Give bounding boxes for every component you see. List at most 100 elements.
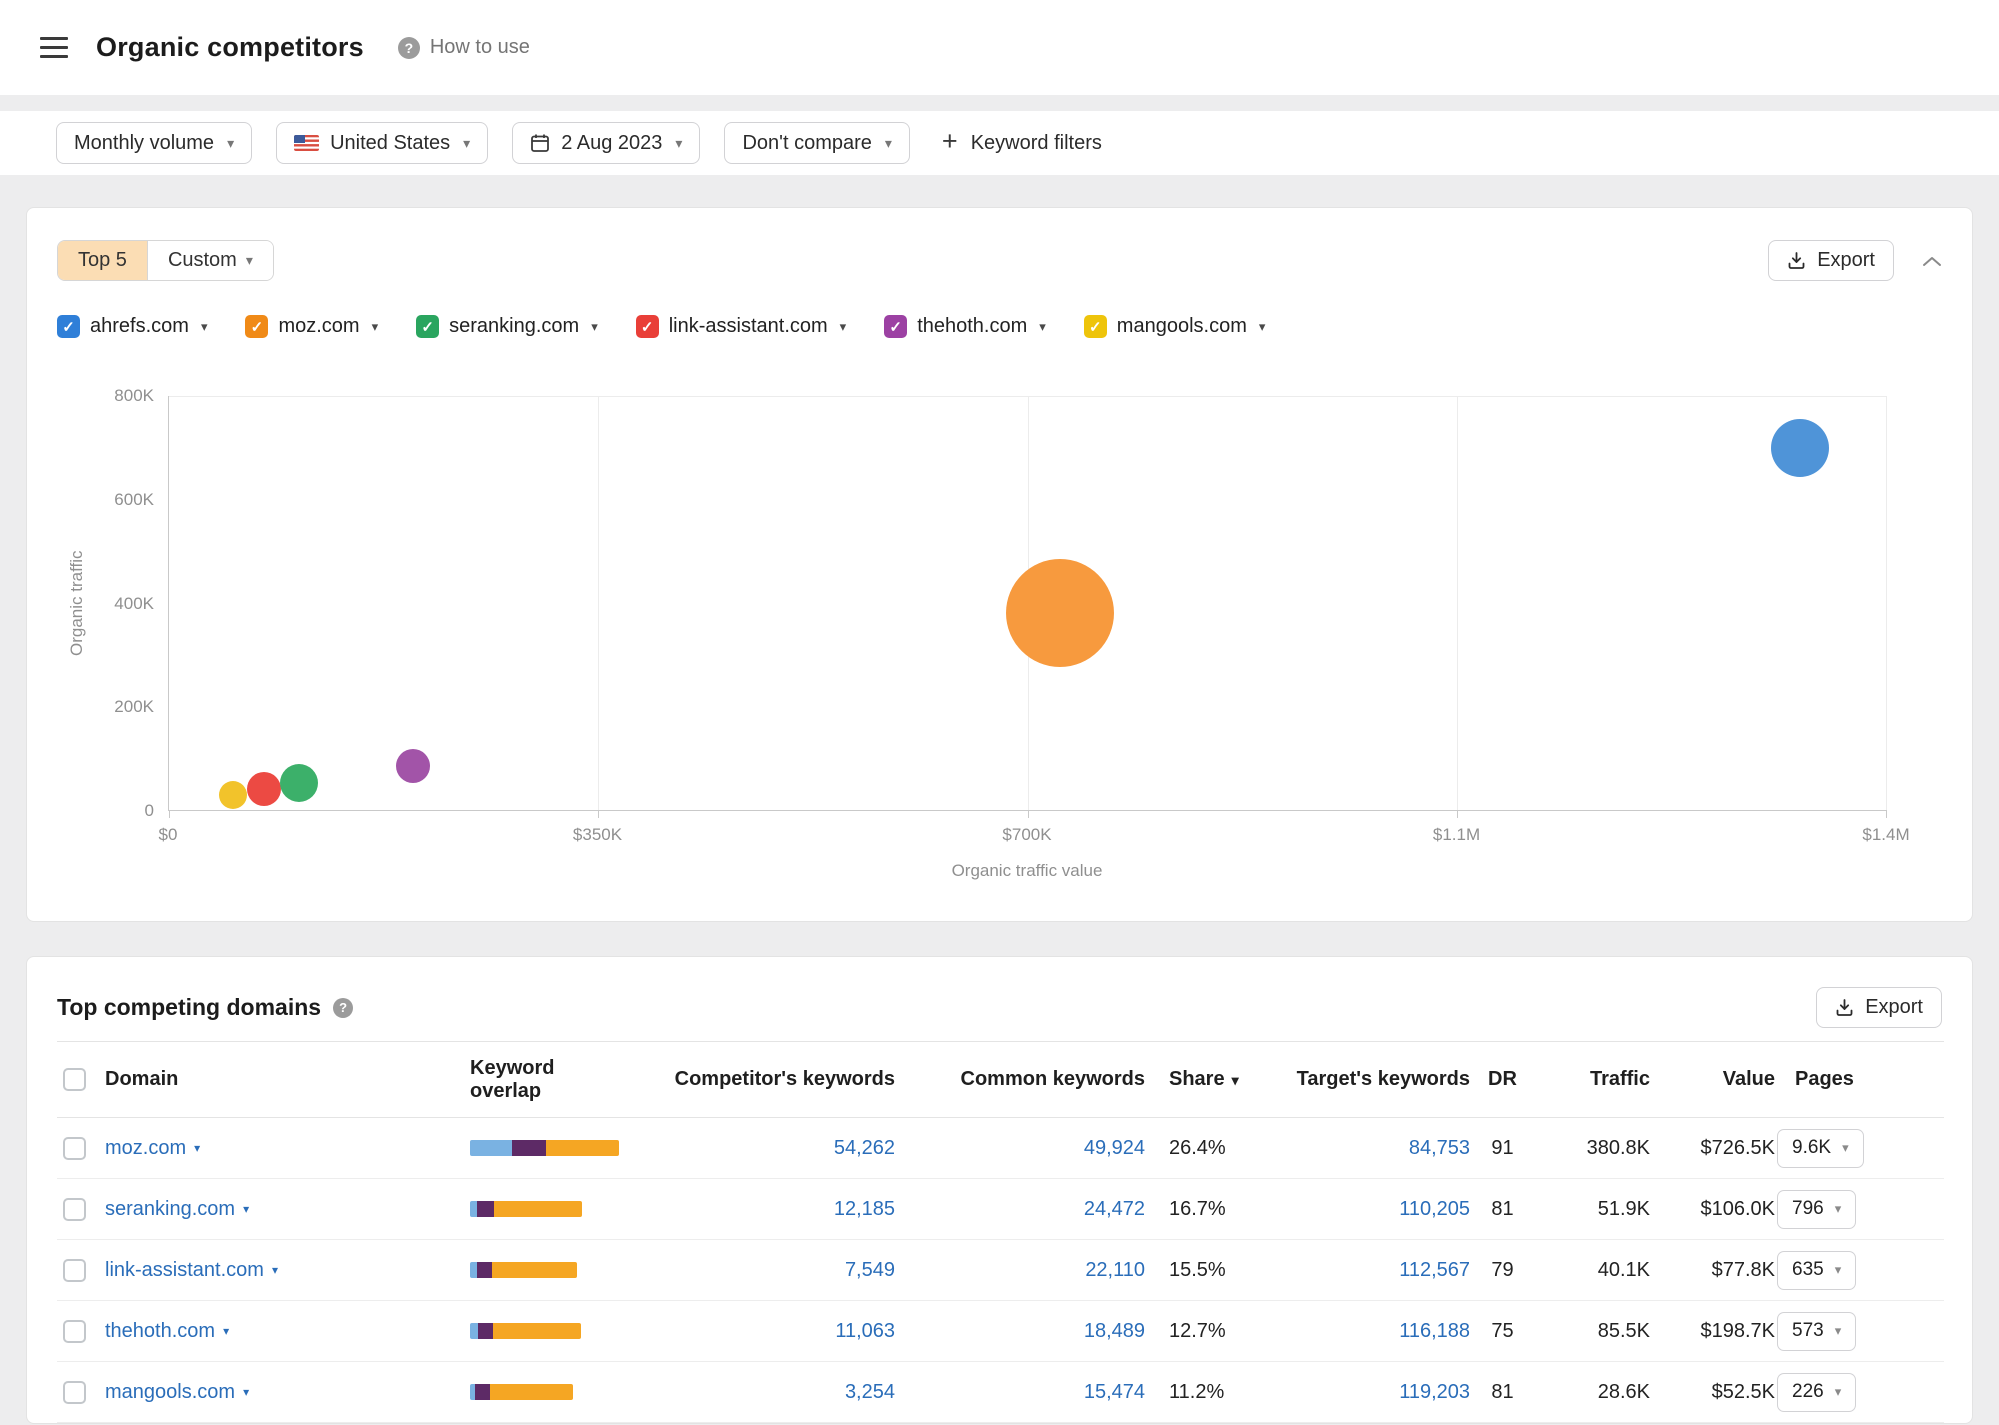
bubble-seranking.com[interactable]: [280, 764, 318, 803]
legend-label: ahrefs.com: [90, 315, 189, 337]
row-checkbox[interactable]: [63, 1136, 86, 1160]
col-share[interactable]: Share ▾: [1145, 1041, 1250, 1118]
competitors-keywords-link[interactable]: 11,063: [835, 1320, 895, 1342]
country-dropdown[interactable]: United States ▾: [276, 122, 489, 164]
traffic-value: 380.8K: [1535, 1117, 1650, 1179]
legend-item-mangools.com[interactable]: ✓ mangools.com ▾: [1083, 315, 1266, 338]
y-tick-label: 0: [144, 801, 154, 820]
chevron-down-icon: ▾: [1834, 1384, 1842, 1399]
date-dropdown[interactable]: 2 Aug 2023 ▾: [512, 122, 701, 164]
competitors-keywords-link[interactable]: 54,262: [834, 1137, 895, 1159]
col-competitors-keywords[interactable]: Competitor's keywords: [610, 1041, 895, 1118]
y-axis-ticks: 0 200K 400K 600K 800K: [97, 386, 168, 820]
bubble-ahrefs.com[interactable]: [1771, 418, 1830, 477]
chevron-down-icon: ▾: [884, 134, 892, 151]
tab-custom[interactable]: Custom ▾: [146, 241, 273, 280]
competitors-keywords-link[interactable]: 12,185: [834, 1198, 895, 1220]
compare-dropdown[interactable]: Don't compare ▾: [724, 122, 910, 164]
calendar-icon: [531, 134, 550, 152]
domain-link[interactable]: thehoth.com ▾: [105, 1320, 229, 1343]
col-targets-keywords[interactable]: Target's keywords: [1250, 1041, 1470, 1118]
domain-link[interactable]: mangools.com ▾: [105, 1381, 249, 1404]
checkbox-checked-icon[interactable]: ✓: [635, 315, 659, 338]
domain-link[interactable]: link-assistant.com ▾: [105, 1259, 278, 1282]
checkbox-checked-icon[interactable]: ✓: [416, 315, 440, 338]
common-keywords-link[interactable]: 49,924: [1084, 1137, 1145, 1159]
dr-value: 75: [1470, 1300, 1535, 1362]
dr-value: 79: [1470, 1239, 1535, 1301]
pages-dropdown[interactable]: 226 ▾: [1777, 1372, 1857, 1412]
common-keywords-link[interactable]: 22,110: [1085, 1259, 1145, 1281]
chevron-down-icon: ▾: [1258, 318, 1266, 334]
col-dr[interactable]: DR: [1470, 1041, 1535, 1118]
how-to-use-link[interactable]: ? How to use: [397, 36, 530, 59]
overlap-segment: [512, 1140, 546, 1156]
pages-dropdown[interactable]: 635 ▾: [1777, 1250, 1857, 1290]
chevron-down-icon: ▾: [463, 134, 471, 151]
targets-keywords-link[interactable]: 84,753: [1409, 1137, 1470, 1159]
pages-dropdown[interactable]: 796 ▾: [1777, 1189, 1857, 1229]
chevron-down-icon: ▾: [1834, 1262, 1842, 1277]
chevron-down-icon: ▾: [675, 134, 683, 151]
row-checkbox[interactable]: [63, 1319, 86, 1343]
pages-dropdown[interactable]: 573 ▾: [1777, 1311, 1857, 1351]
common-keywords-link[interactable]: 15,474: [1084, 1381, 1145, 1403]
legend-item-moz.com[interactable]: ✓ moz.com ▾: [245, 315, 378, 338]
table-row: mangools.com ▾ 3,254 15,474 11.2% 119,203 81 28…: [57, 1361, 1944, 1423]
competitors-keywords-link[interactable]: 7,549: [845, 1259, 895, 1281]
col-keyword-overlap[interactable]: Keyword overlap: [425, 1041, 610, 1118]
y-axis-label: Organic traffic: [67, 550, 86, 657]
col-traffic[interactable]: Traffic: [1535, 1041, 1650, 1118]
date-label: 2 Aug 2023: [561, 131, 663, 154]
targets-keywords-link[interactable]: 116,188: [1399, 1320, 1470, 1342]
targets-keywords-link[interactable]: 110,205: [1399, 1198, 1470, 1220]
keyword-filters-button[interactable]: + Keyword filters: [933, 122, 1110, 164]
legend-item-ahrefs.com[interactable]: ✓ ahrefs.com ▾: [57, 315, 207, 338]
bubble-thehoth.com[interactable]: [395, 748, 430, 783]
chevron-down-icon: ▾: [1834, 1323, 1842, 1338]
bubble-link-assistant.com[interactable]: [247, 772, 282, 807]
row-checkbox[interactable]: [63, 1380, 86, 1404]
menu-icon[interactable]: [40, 37, 68, 58]
chart-export-button[interactable]: Export: [1768, 240, 1894, 281]
targets-keywords-link[interactable]: 119,203: [1399, 1381, 1470, 1403]
bubble-moz.com[interactable]: [1006, 558, 1114, 667]
checkbox-checked-icon[interactable]: ✓: [57, 315, 80, 338]
domain-link[interactable]: seranking.com ▾: [105, 1198, 249, 1221]
axis-tick-mark: [598, 810, 600, 818]
col-pages[interactable]: Pages: [1775, 1041, 1944, 1118]
value-value: $106.0K: [1650, 1178, 1775, 1240]
value-value: $52.5K: [1650, 1361, 1775, 1423]
overlap-segment: [470, 1262, 477, 1278]
chevron-down-icon: ▾: [1834, 1201, 1842, 1216]
chevron-down-icon: ▾: [271, 1263, 278, 1277]
select-all-checkbox[interactable]: [63, 1068, 86, 1092]
checkbox-checked-icon[interactable]: ✓: [884, 315, 908, 338]
col-domain[interactable]: Domain: [105, 1041, 425, 1118]
legend-item-link-assistant.com[interactable]: ✓ link-assistant.com ▾: [635, 315, 846, 338]
pages-dropdown[interactable]: 9.6K ▾: [1777, 1128, 1864, 1168]
targets-keywords-link[interactable]: 112,567: [1399, 1259, 1470, 1281]
collapse-chevron-icon[interactable]: [1922, 255, 1942, 267]
gridline: [598, 396, 600, 810]
help-icon[interactable]: ?: [333, 997, 354, 1018]
bubble-mangools.com[interactable]: [219, 781, 248, 810]
checkbox-checked-icon[interactable]: ✓: [1083, 315, 1107, 338]
table-export-button[interactable]: Export: [1816, 987, 1942, 1028]
row-checkbox[interactable]: [63, 1258, 86, 1282]
common-keywords-link[interactable]: 24,472: [1084, 1198, 1145, 1220]
chart-plot-area: [168, 396, 1887, 818]
domain-link[interactable]: moz.com ▾: [105, 1137, 200, 1160]
checkbox-checked-icon[interactable]: ✓: [245, 315, 269, 338]
col-value[interactable]: Value: [1650, 1041, 1775, 1118]
competitors-keywords-link[interactable]: 3,254: [845, 1381, 895, 1403]
common-keywords-link[interactable]: 18,489: [1084, 1320, 1145, 1342]
legend-item-thehoth.com[interactable]: ✓ thehoth.com ▾: [884, 315, 1046, 338]
volume-mode-dropdown[interactable]: Monthly volume ▾: [56, 122, 253, 164]
col-common-keywords[interactable]: Common keywords: [895, 1041, 1145, 1118]
tab-top5[interactable]: Top 5: [58, 241, 147, 280]
x-axis-ticks: $0 $350K $700K $1.1M $1.4M: [159, 825, 1910, 849]
legend-item-seranking.com[interactable]: ✓ seranking.com ▾: [416, 315, 598, 338]
row-checkbox[interactable]: [63, 1197, 86, 1221]
value-value: $77.8K: [1650, 1239, 1775, 1301]
